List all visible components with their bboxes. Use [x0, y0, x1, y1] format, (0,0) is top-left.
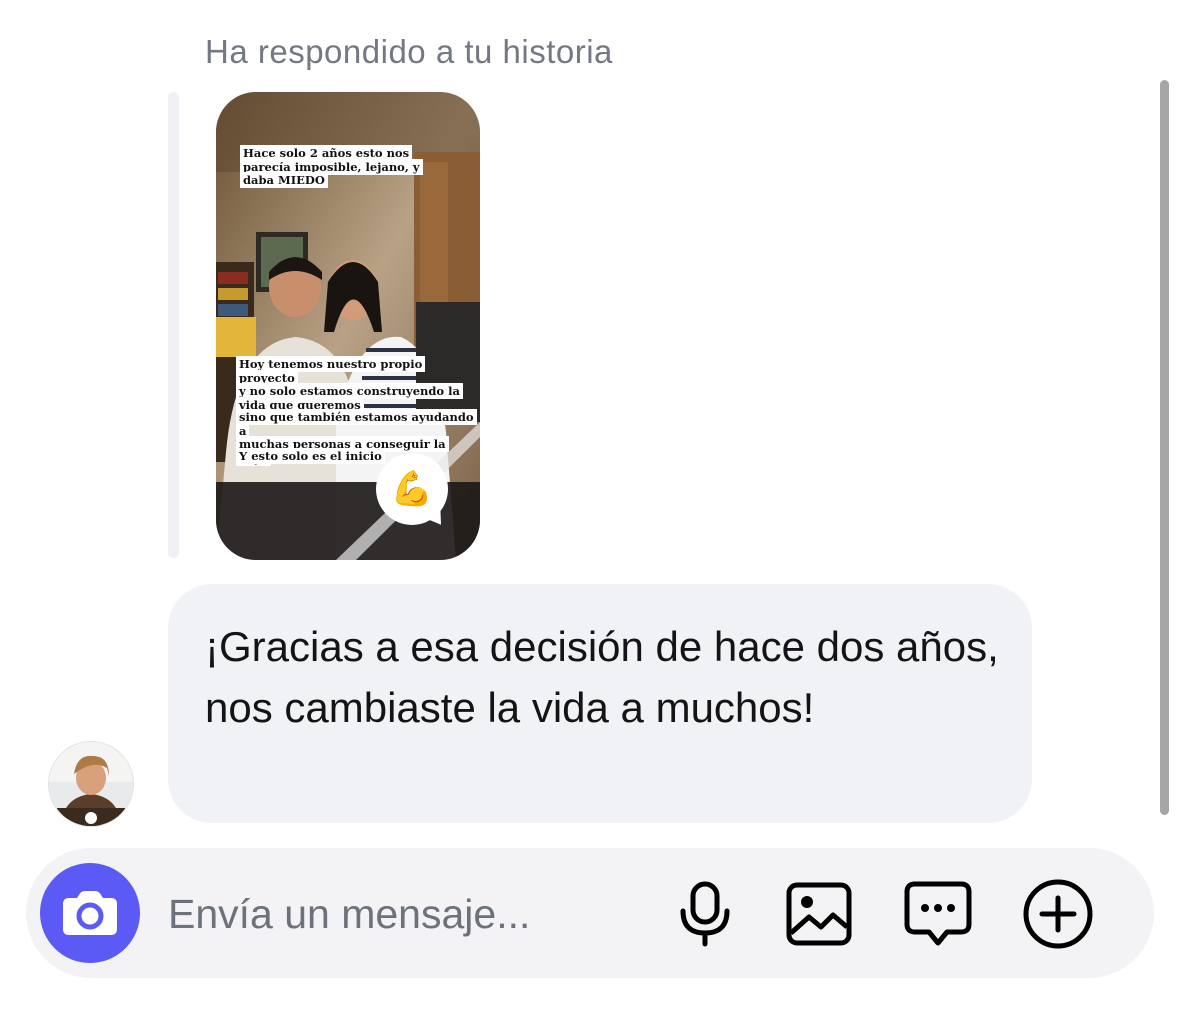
message-bubble[interactable]: ¡Gracias a esa decisión de hace dos años…: [168, 584, 1032, 823]
story-caption: Y esto solo es el inicio: [236, 448, 385, 464]
chat-bubble-dots-icon[interactable]: [902, 878, 974, 950]
image-icon[interactable]: [783, 878, 855, 950]
sticker-glyph: 💪: [390, 470, 434, 508]
camera-button[interactable]: [40, 863, 140, 963]
story-caption: Hoy tenemos nuestro propio proyecto y no…: [236, 356, 480, 413]
avatar-photo: [49, 742, 133, 826]
microphone-icon[interactable]: [669, 878, 741, 950]
avatar[interactable]: [48, 741, 134, 827]
scrollbar[interactable]: [1160, 80, 1169, 815]
plus-circle-icon[interactable]: [1022, 878, 1094, 950]
message-text: ¡Gracias a esa decisión de hace dos años…: [205, 623, 999, 731]
flexed-biceps-icon: 💪: [376, 453, 448, 525]
story-preview[interactable]: Hace solo 2 años esto nos parecía imposi…: [216, 92, 480, 560]
reply-context-label: Ha respondido a tu historia: [205, 33, 613, 70]
message-input[interactable]: [168, 885, 618, 943]
camera-icon: [63, 891, 117, 935]
story-caption: Hace solo 2 años esto nos parecía imposi…: [240, 145, 423, 188]
reply-indicator-bar: [168, 92, 179, 558]
